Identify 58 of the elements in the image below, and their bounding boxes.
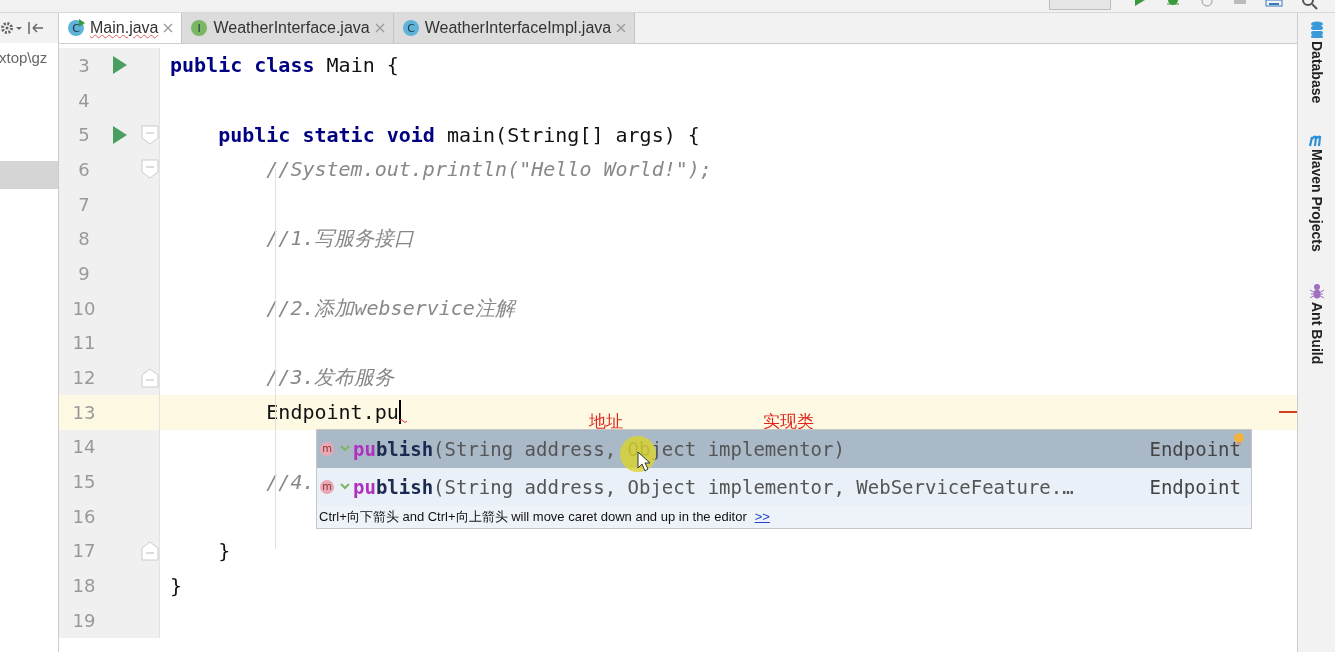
line-number: 17 [71, 540, 97, 562]
class-icon: C [401, 19, 420, 37]
code-line: //2.添加webservice注解 [265, 294, 515, 322]
structure-icon[interactable] [1265, 0, 1283, 10]
annotation-text: 实现类 [763, 410, 814, 433]
code-line: public static void main(String[] args) { [217, 122, 700, 147]
search-icon[interactable] [1301, 0, 1319, 10]
run-icon[interactable] [112, 55, 128, 76]
tool-window-button[interactable]: Database [1308, 21, 1325, 104]
editor-tab[interactable]: C Main.java [59, 13, 183, 43]
code-line: public class Main { [170, 53, 399, 78]
line-number: 10 [71, 297, 97, 319]
fold-marker-icon[interactable] [141, 159, 159, 180]
line-number: 12 [71, 367, 97, 389]
interface-icon: I [190, 19, 209, 37]
more-link[interactable]: >> [754, 509, 770, 525]
line-number: 15 [71, 471, 97, 493]
code-line: Endpoint.pu [170, 400, 407, 425]
editor-tab[interactable]: I WeatherInterface.java [182, 13, 394, 43]
editor-tab[interactable]: C WeatherInterfaceImpl.java [393, 13, 636, 43]
line-number: 4 [77, 89, 91, 111]
line-number: 14 [71, 436, 97, 458]
line-number: 18 [71, 575, 97, 597]
error-stripe-mark[interactable] [1279, 410, 1297, 413]
line-number: 19 [71, 609, 97, 631]
line-number: 7 [77, 193, 91, 215]
code-line: } [217, 538, 231, 563]
ant-icon [1308, 282, 1325, 300]
close-icon[interactable] [163, 23, 174, 33]
line-number: 11 [71, 332, 97, 354]
tool-window-button[interactable]: Ant Build [1308, 282, 1325, 365]
code-line: //4. [265, 469, 315, 494]
line-number: 9 [77, 262, 91, 284]
database-icon [1309, 21, 1324, 39]
run-icon[interactable] [112, 124, 128, 145]
fold-marker-icon[interactable] [141, 124, 159, 145]
line-number: 3 [77, 54, 91, 76]
line-number: 5 [77, 124, 91, 146]
class-icon: C [67, 19, 85, 37]
code-line: //System.out.println("Hello World!"); [265, 157, 712, 182]
coverage-icon[interactable] [1199, 0, 1215, 10]
fold-marker-icon[interactable] [141, 367, 159, 388]
code-line: } [170, 573, 183, 598]
annotation-text: 地址 [589, 410, 623, 433]
tool-window-button[interactable]: Maven Projects [1307, 133, 1326, 252]
settings-icon[interactable] [0, 21, 24, 35]
close-icon[interactable] [616, 23, 627, 33]
completion-hint: Ctrl+向下箭头 and Ctrl+向上箭头 will move caret down and up in the editor [319, 507, 747, 526]
code-line: //3.发布服务 [265, 364, 395, 392]
code-line: //1.写服务接口 [265, 225, 415, 253]
fold-marker-icon[interactable] [141, 540, 159, 561]
close-icon[interactable] [374, 23, 385, 33]
project-path: xtop\gz [0, 48, 49, 66]
line-number: 8 [77, 228, 91, 250]
collapse-icon[interactable] [26, 21, 44, 35]
completion-item[interactable]: m publish(String address, Object implementor, WebServiceFeature.… Endpoint [317, 467, 1251, 506]
line-number: 16 [71, 505, 97, 527]
line-number: 6 [77, 158, 91, 180]
